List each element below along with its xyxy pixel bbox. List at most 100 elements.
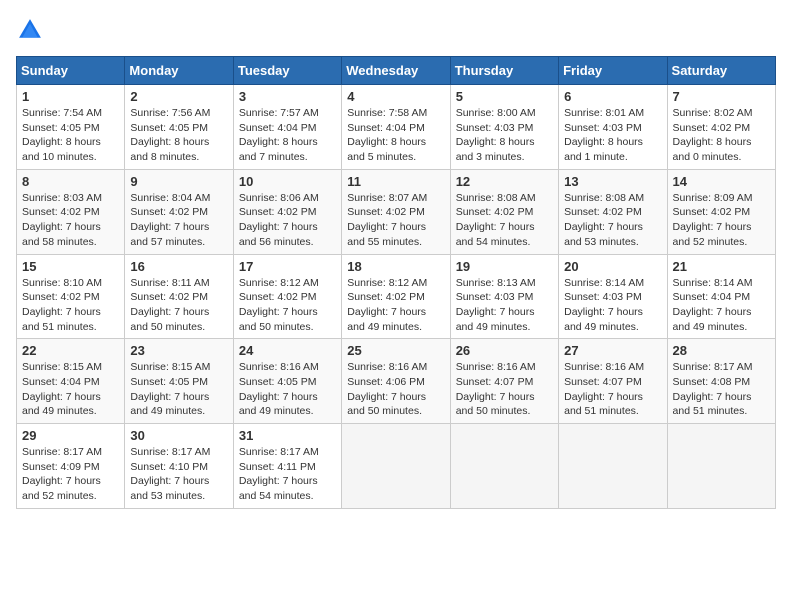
day-cell-4: 4 Sunrise: 7:58 AM Sunset: 4:04 PM Dayli… [342,85,450,170]
daylight-label: Daylight: 7 hours and 51 minutes. [564,391,643,418]
day-number: 3 [239,89,336,104]
sunrise-label: Sunrise: 8:17 AM [22,446,102,458]
day-number: 23 [130,343,227,358]
day-number: 13 [564,174,661,189]
sunrise-label: Sunrise: 8:17 AM [239,446,319,458]
day-number: 1 [22,89,119,104]
sunset-label: Sunset: 4:02 PM [564,206,642,218]
day-number: 22 [22,343,119,358]
day-number: 6 [564,89,661,104]
daylight-label: Daylight: 7 hours and 50 minutes. [456,391,535,418]
daylight-label: Daylight: 7 hours and 49 minutes. [673,306,752,333]
day-cell-28: 28 Sunrise: 8:17 AM Sunset: 4:08 PM Dayl… [667,339,775,424]
daylight-label: Daylight: 7 hours and 49 minutes. [347,306,426,333]
day-info: Sunrise: 8:16 AM Sunset: 4:05 PM Dayligh… [239,360,336,419]
daylight-label: Daylight: 8 hours and 8 minutes. [130,136,209,163]
day-number: 28 [673,343,770,358]
day-cell-12: 12 Sunrise: 8:08 AM Sunset: 4:02 PM Dayl… [450,169,558,254]
sunrise-label: Sunrise: 8:03 AM [22,192,102,204]
daylight-label: Daylight: 8 hours and 10 minutes. [22,136,101,163]
sunset-label: Sunset: 4:05 PM [130,122,208,134]
day-number: 9 [130,174,227,189]
day-cell-18: 18 Sunrise: 8:12 AM Sunset: 4:02 PM Dayl… [342,254,450,339]
day-number: 2 [130,89,227,104]
day-cell-9: 9 Sunrise: 8:04 AM Sunset: 4:02 PM Dayli… [125,169,233,254]
day-cell-21: 21 Sunrise: 8:14 AM Sunset: 4:04 PM Dayl… [667,254,775,339]
day-number: 18 [347,259,444,274]
sunset-label: Sunset: 4:04 PM [673,291,751,303]
day-header-friday: Friday [559,57,667,85]
sunset-label: Sunset: 4:06 PM [347,376,425,388]
week-row-3: 15 Sunrise: 8:10 AM Sunset: 4:02 PM Dayl… [17,254,776,339]
daylight-label: Daylight: 8 hours and 3 minutes. [456,136,535,163]
empty-cell [559,424,667,509]
daylight-label: Daylight: 7 hours and 50 minutes. [347,391,426,418]
sunrise-label: Sunrise: 8:17 AM [130,446,210,458]
sunrise-label: Sunrise: 8:15 AM [22,361,102,373]
sunrise-label: Sunrise: 8:12 AM [239,277,319,289]
sunset-label: Sunset: 4:07 PM [456,376,534,388]
daylight-label: Daylight: 7 hours and 54 minutes. [239,475,318,502]
day-number: 17 [239,259,336,274]
sunrise-label: Sunrise: 7:56 AM [130,107,210,119]
daylight-label: Daylight: 7 hours and 57 minutes. [130,221,209,248]
day-cell-26: 26 Sunrise: 8:16 AM Sunset: 4:07 PM Dayl… [450,339,558,424]
day-number: 21 [673,259,770,274]
day-info: Sunrise: 8:17 AM Sunset: 4:09 PM Dayligh… [22,445,119,504]
sunrise-label: Sunrise: 8:17 AM [673,361,753,373]
day-number: 27 [564,343,661,358]
day-number: 31 [239,428,336,443]
sunrise-label: Sunrise: 8:09 AM [673,192,753,204]
page-header [16,16,776,44]
day-info: Sunrise: 8:14 AM Sunset: 4:03 PM Dayligh… [564,276,661,335]
sunset-label: Sunset: 4:04 PM [347,122,425,134]
sunrise-label: Sunrise: 8:15 AM [130,361,210,373]
sunset-label: Sunset: 4:08 PM [673,376,751,388]
day-number: 7 [673,89,770,104]
daylight-label: Daylight: 7 hours and 58 minutes. [22,221,101,248]
day-number: 10 [239,174,336,189]
sunrise-label: Sunrise: 8:01 AM [564,107,644,119]
day-number: 16 [130,259,227,274]
day-number: 14 [673,174,770,189]
daylight-label: Daylight: 7 hours and 56 minutes. [239,221,318,248]
header-row: SundayMondayTuesdayWednesdayThursdayFrid… [17,57,776,85]
sunset-label: Sunset: 4:04 PM [239,122,317,134]
day-header-sunday: Sunday [17,57,125,85]
week-row-5: 29 Sunrise: 8:17 AM Sunset: 4:09 PM Dayl… [17,424,776,509]
day-number: 11 [347,174,444,189]
day-header-thursday: Thursday [450,57,558,85]
day-info: Sunrise: 8:06 AM Sunset: 4:02 PM Dayligh… [239,191,336,250]
day-info: Sunrise: 7:56 AM Sunset: 4:05 PM Dayligh… [130,106,227,165]
empty-cell [342,424,450,509]
day-number: 15 [22,259,119,274]
day-number: 12 [456,174,553,189]
day-info: Sunrise: 8:17 AM Sunset: 4:11 PM Dayligh… [239,445,336,504]
day-cell-19: 19 Sunrise: 8:13 AM Sunset: 4:03 PM Dayl… [450,254,558,339]
day-info: Sunrise: 8:15 AM Sunset: 4:04 PM Dayligh… [22,360,119,419]
day-number: 29 [22,428,119,443]
sunrise-label: Sunrise: 7:58 AM [347,107,427,119]
week-row-1: 1 Sunrise: 7:54 AM Sunset: 4:05 PM Dayli… [17,85,776,170]
day-number: 5 [456,89,553,104]
day-cell-20: 20 Sunrise: 8:14 AM Sunset: 4:03 PM Dayl… [559,254,667,339]
day-cell-8: 8 Sunrise: 8:03 AM Sunset: 4:02 PM Dayli… [17,169,125,254]
sunrise-label: Sunrise: 8:16 AM [347,361,427,373]
day-number: 30 [130,428,227,443]
day-info: Sunrise: 8:01 AM Sunset: 4:03 PM Dayligh… [564,106,661,165]
day-info: Sunrise: 8:00 AM Sunset: 4:03 PM Dayligh… [456,106,553,165]
sunrise-label: Sunrise: 8:16 AM [239,361,319,373]
day-info: Sunrise: 8:12 AM Sunset: 4:02 PM Dayligh… [239,276,336,335]
daylight-label: Daylight: 7 hours and 49 minutes. [456,306,535,333]
sunset-label: Sunset: 4:02 PM [673,206,751,218]
day-number: 25 [347,343,444,358]
sunrise-label: Sunrise: 8:16 AM [456,361,536,373]
sunrise-label: Sunrise: 8:11 AM [130,277,209,289]
sunset-label: Sunset: 4:03 PM [456,291,534,303]
day-cell-29: 29 Sunrise: 8:17 AM Sunset: 4:09 PM Dayl… [17,424,125,509]
sunset-label: Sunset: 4:02 PM [22,291,100,303]
sunset-label: Sunset: 4:03 PM [564,291,642,303]
sunset-label: Sunset: 4:05 PM [130,376,208,388]
day-cell-16: 16 Sunrise: 8:11 AM Sunset: 4:02 PM Dayl… [125,254,233,339]
sunset-label: Sunset: 4:02 PM [130,206,208,218]
